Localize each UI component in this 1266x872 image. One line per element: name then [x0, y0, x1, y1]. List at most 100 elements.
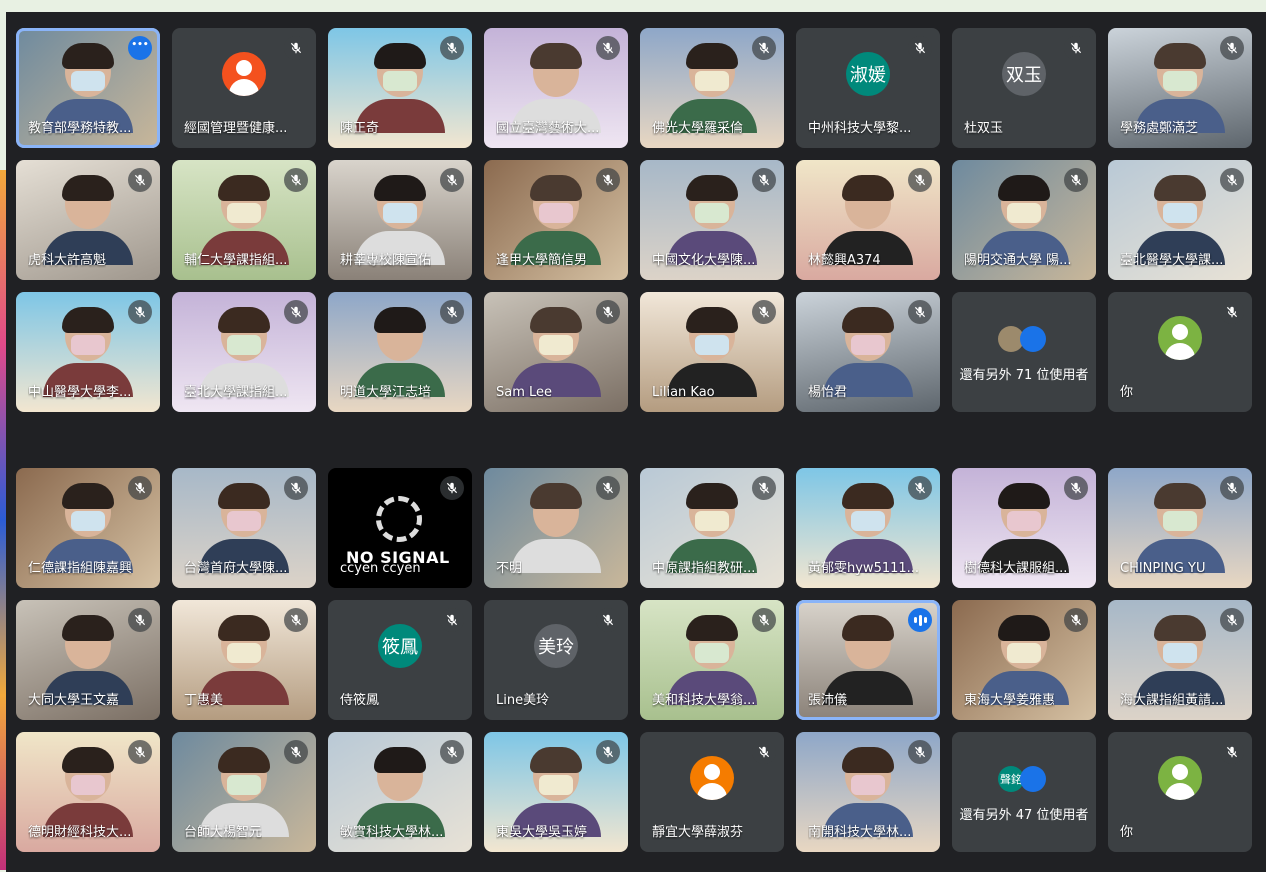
participant-tile[interactable]: 不明 [484, 468, 628, 588]
participant-tile[interactable]: 台師大楊智元 [172, 732, 316, 852]
face-mask [71, 775, 105, 796]
participant-tile[interactable]: 筱鳳 侍筱鳳 [328, 600, 472, 720]
participant-hair [62, 43, 114, 70]
participant-tile[interactable]: 中國文化大學陳... [640, 160, 784, 280]
participant-tile[interactable]: 樹德科大課服組... [952, 468, 1096, 588]
participant-face [62, 747, 114, 802]
mic-off-icon [596, 168, 620, 192]
participant-tile[interactable]: 林懿興A374 [796, 160, 940, 280]
participant-name: 臺北醫學大學課... [1120, 253, 1224, 268]
participant-name: 陳正奇 [340, 121, 380, 136]
participant-face [842, 615, 894, 670]
participant-tile[interactable]: 仁德課指組陳嘉興 [16, 468, 160, 588]
face-mask [227, 775, 261, 796]
person-avatar-icon [1158, 755, 1202, 800]
participant-tile[interactable]: 大同大學王文嘉 [16, 600, 160, 720]
participant-hair [1154, 175, 1206, 202]
participant-tile[interactable]: 教育部學務特教... ••• [16, 28, 160, 148]
participant-hair [998, 615, 1050, 642]
participant-tile[interactable]: 楊怡君 [796, 292, 940, 412]
participant-tile[interactable]: 陳正奇 [328, 28, 472, 148]
face-mask [695, 203, 729, 224]
face-mask [1163, 71, 1197, 92]
participant-tile[interactable]: 東海大學姜雅惠 [952, 600, 1096, 720]
participant-name: 南開科技大學林... [808, 825, 912, 840]
mic-off-icon [752, 36, 776, 60]
participant-tile[interactable]: 你 [1108, 732, 1252, 852]
more-participants-tile[interactable]: 聲銘 還有另外 47 位使用者 [952, 732, 1096, 852]
participant-tile[interactable]: 張沛儀 [796, 600, 940, 720]
mic-off-icon [908, 300, 932, 324]
participant-tile[interactable]: 德明財經科技大... [16, 732, 160, 852]
participant-tile[interactable]: 淑媛 中州科技大學黎... [796, 28, 940, 148]
participant-face [62, 615, 114, 670]
participant-tile[interactable]: 中山醫學大學李... [16, 292, 160, 412]
participant-face [530, 307, 582, 362]
participant-name: 輔仁大學課指組... [184, 253, 288, 268]
more-participants-tile[interactable]: 還有另外 71 位使用者 [952, 292, 1096, 412]
participant-name: 侍筱鳳 [340, 693, 380, 708]
participant-tile[interactable]: NO SIGNAL ccyen ccyen [328, 468, 472, 588]
participant-tile[interactable]: 臺北大學課指組... [172, 292, 316, 412]
face-mask [227, 203, 261, 224]
participant-name: 德明財經科技大... [28, 825, 132, 840]
participant-hair [530, 307, 582, 334]
participant-tile[interactable]: 東吳大學吳玉婷 [484, 732, 628, 852]
participant-grid-top: 教育部學務特教... ••• 經國管理暨健康... 陳正奇 國立臺灣藝術大... 佛光大學… [16, 28, 1260, 412]
participant-tile[interactable]: 虎科大許高魁 [16, 160, 160, 280]
participant-tile[interactable]: 靜宜大學薛淑芬 [640, 732, 784, 852]
participant-name: 陽明交通大學 陽... [964, 253, 1072, 268]
participant-hair [530, 175, 582, 202]
participant-tile[interactable]: 耕莘專校陳宣佑 [328, 160, 472, 280]
participant-tile[interactable]: 南開科技大學林... [796, 732, 940, 852]
audio-level-icon [908, 608, 932, 632]
participant-tile[interactable]: 明道大學江志培 [328, 292, 472, 412]
participant-tile[interactable]: 敏實科技大學林... [328, 732, 472, 852]
participant-tile[interactable]: 佛光大學羅采倫 [640, 28, 784, 148]
mic-off-icon [1220, 476, 1244, 500]
participant-tile[interactable]: 台灣首府大學陳... [172, 468, 316, 588]
participant-name: 不明 [496, 561, 523, 576]
participant-hair [686, 43, 738, 70]
mic-off-icon [1064, 168, 1088, 192]
mic-off-icon [908, 168, 932, 192]
participant-tile[interactable]: 國立臺灣藝術大... [484, 28, 628, 148]
participant-video [511, 483, 601, 574]
participant-hair [842, 175, 894, 202]
participant-tile[interactable]: 美和科技大學翁... [640, 600, 784, 720]
participant-tile[interactable]: CHINPING YU [1108, 468, 1252, 588]
participant-face [686, 175, 738, 230]
participant-tile[interactable]: 黃郁雯hyw5111... [796, 468, 940, 588]
participant-tile[interactable]: 中原課指組教研... [640, 468, 784, 588]
participant-tile[interactable]: 双玉 杜双玉 [952, 28, 1096, 148]
mic-off-icon [908, 476, 932, 500]
mic-off-icon [1220, 608, 1244, 632]
participant-hair [686, 175, 738, 202]
participant-hair [374, 175, 426, 202]
participant-tile[interactable]: 陽明交通大學 陽... [952, 160, 1096, 280]
mic-off-icon [752, 300, 776, 324]
participant-name: 大同大學王文嘉 [28, 693, 120, 708]
participant-name: 教育部學務特教... [28, 121, 132, 136]
participant-name: 美和科技大學翁... [652, 693, 756, 708]
more-options-icon[interactable]: ••• [128, 36, 152, 60]
participant-tile[interactable]: 海大課指組黃請... [1108, 600, 1252, 720]
participant-name: 黃郁雯hyw5111... [808, 561, 920, 576]
participant-tile[interactable]: 經國管理暨健康... [172, 28, 316, 148]
participant-tile[interactable]: 輔仁大學課指組... [172, 160, 316, 280]
participant-tile[interactable]: Lilian Kao [640, 292, 784, 412]
participant-hair [842, 483, 894, 510]
participant-tile[interactable]: 美玲 Line美玲 [484, 600, 628, 720]
participant-hair [62, 615, 114, 642]
participant-tile[interactable]: 丁惠美 [172, 600, 316, 720]
mic-off-icon [284, 300, 308, 324]
person-avatar-icon [690, 755, 734, 800]
mic-off-icon [128, 300, 152, 324]
participant-tile[interactable]: 學務處鄭滿芝 [1108, 28, 1252, 148]
participant-tile[interactable]: Sam Lee [484, 292, 628, 412]
participant-tile[interactable]: 你 [1108, 292, 1252, 412]
face-mask [383, 71, 417, 92]
participant-tile[interactable]: 臺北醫學大學課... [1108, 160, 1252, 280]
participant-tile[interactable]: 逢甲大學簡信男 [484, 160, 628, 280]
participant-face [530, 175, 582, 230]
